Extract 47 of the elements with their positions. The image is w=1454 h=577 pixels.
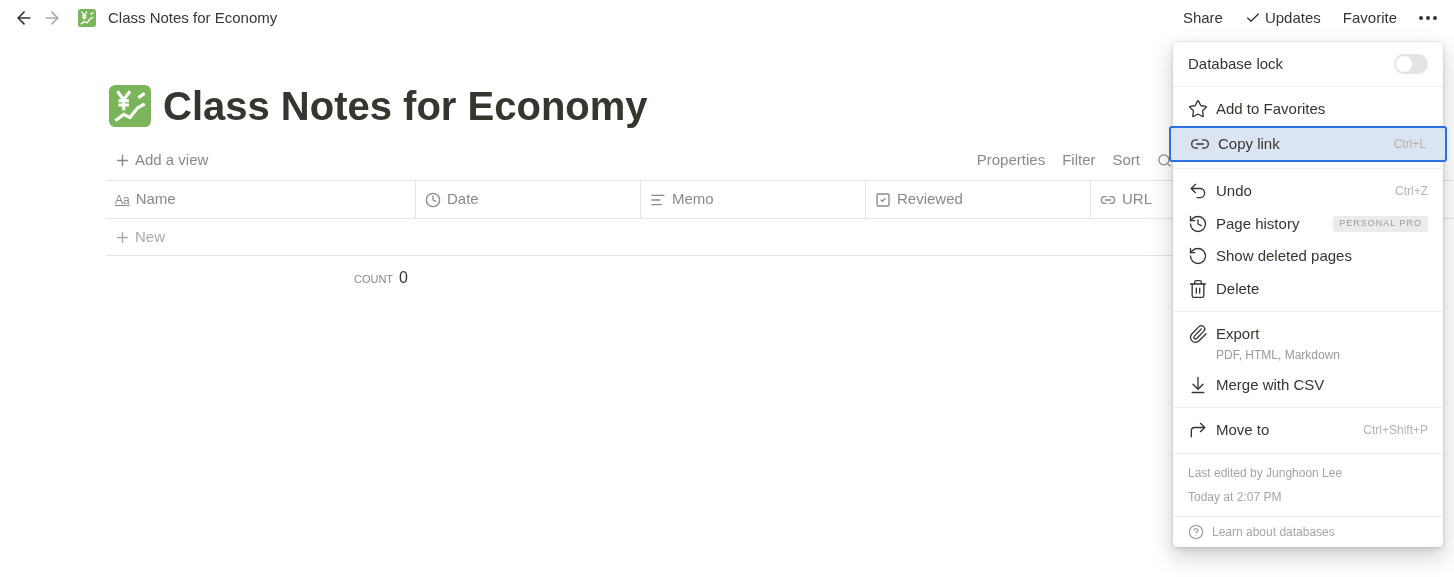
help-icon [1188,523,1204,540]
toolbar-button[interactable]: Filter [1062,148,1096,172]
add-view-button[interactable]: Add a view [106,148,209,172]
star-icon [1188,99,1208,119]
shortcut-hint: Ctrl+Shift+P [1363,422,1428,440]
menu-item[interactable]: Export PDF, HTML, Markdown [1169,318,1447,369]
chart-icon [109,85,151,127]
shortcut-hint: Ctrl+Z [1395,183,1428,201]
menu-item[interactable]: Undo Ctrl+Z [1169,175,1447,208]
column-header[interactable]: Memo [641,181,866,218]
menu-label: Database lock [1188,53,1284,74]
corner-arrow-icon [1188,420,1208,440]
menu-item[interactable]: Delete [1169,272,1447,305]
toolbar-button[interactable]: Properties [976,148,1046,172]
toolbar-button[interactable]: Sort [1112,148,1140,172]
menu-item[interactable]: Page history PERSONAL PRO [1169,207,1447,240]
page-title: Class Notes for Economy [163,83,648,130]
column-header[interactable]: Aa Name [106,181,416,218]
count-label: COUNT [354,272,394,287]
shortcut-hint: Ctrl+L [1393,135,1426,153]
menu-item[interactable]: Copy link Ctrl+L [1169,125,1447,162]
checkbox-icon [875,191,891,208]
topbar-button[interactable]: Share [1175,6,1230,30]
menu-item[interactable]: Show deleted pages [1169,240,1447,273]
text-type-icon: Aa [115,190,130,209]
edited-by-text: Last edited by Junghoon Lee [1188,464,1344,482]
chart-icon [78,9,96,27]
column-header[interactable]: Date [416,181,641,218]
paperclip-icon [1188,324,1208,344]
menu-subtitle: PDF, HTML, Markdown [1216,346,1342,364]
topbar-button[interactable]: Favorite [1335,6,1404,30]
toggle-switch[interactable] [1394,54,1428,74]
menu-item[interactable]: Add to Favorites [1169,93,1447,126]
edited-time-text: Today at 2:07 PM [1188,488,1283,506]
breadcrumb[interactable]: Class Notes for Economy [108,6,278,30]
menu-item[interactable]: Move to Ctrl+Shift+P [1169,414,1447,447]
restore-icon [1188,246,1208,266]
undo-icon [1188,181,1208,201]
count-value: 0 [399,268,408,288]
trash-icon [1188,278,1208,299]
menu-item[interactable]: Merge with CSV [1169,368,1447,401]
history-icon [1188,213,1208,234]
search-icon[interactable] [1157,152,1172,168]
clock-icon [425,191,441,208]
column-header[interactable]: Reviewed [866,181,1091,218]
plan-badge: PERSONAL PRO [1333,216,1428,232]
topbar-button[interactable]: Updates [1237,6,1328,30]
